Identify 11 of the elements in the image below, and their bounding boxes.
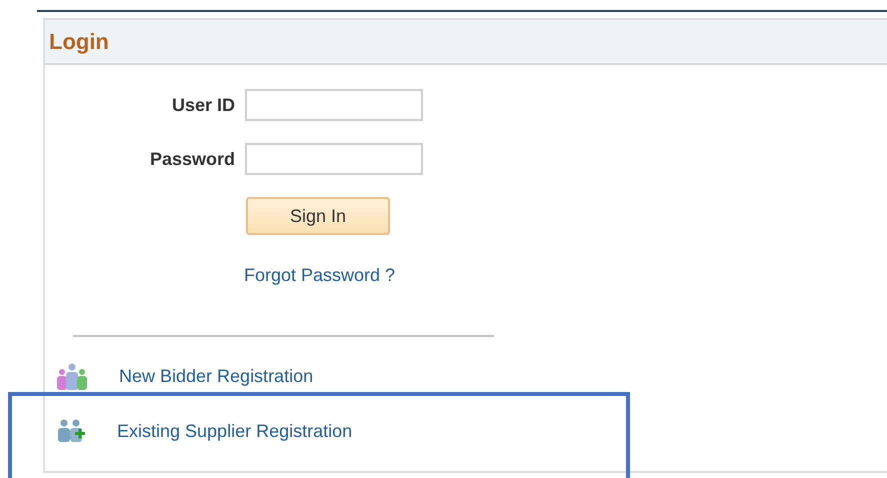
panel-title: Login: [49, 28, 109, 54]
people-icon: [55, 362, 89, 390]
field-label: User ID: [172, 94, 235, 116]
input-field[interactable]: [245, 143, 423, 175]
people-add-icon: [55, 418, 87, 444]
sign-in-button[interactable]: Sign In: [246, 197, 390, 235]
input-field[interactable]: [245, 89, 423, 121]
registration-link[interactable]: New Bidder Registration: [119, 366, 314, 386]
registration-link[interactable]: Existing Supplier Registration: [117, 420, 352, 442]
field-label: Password: [150, 148, 235, 170]
forgot-password-link[interactable]: Forgot Password ?: [244, 265, 396, 286]
